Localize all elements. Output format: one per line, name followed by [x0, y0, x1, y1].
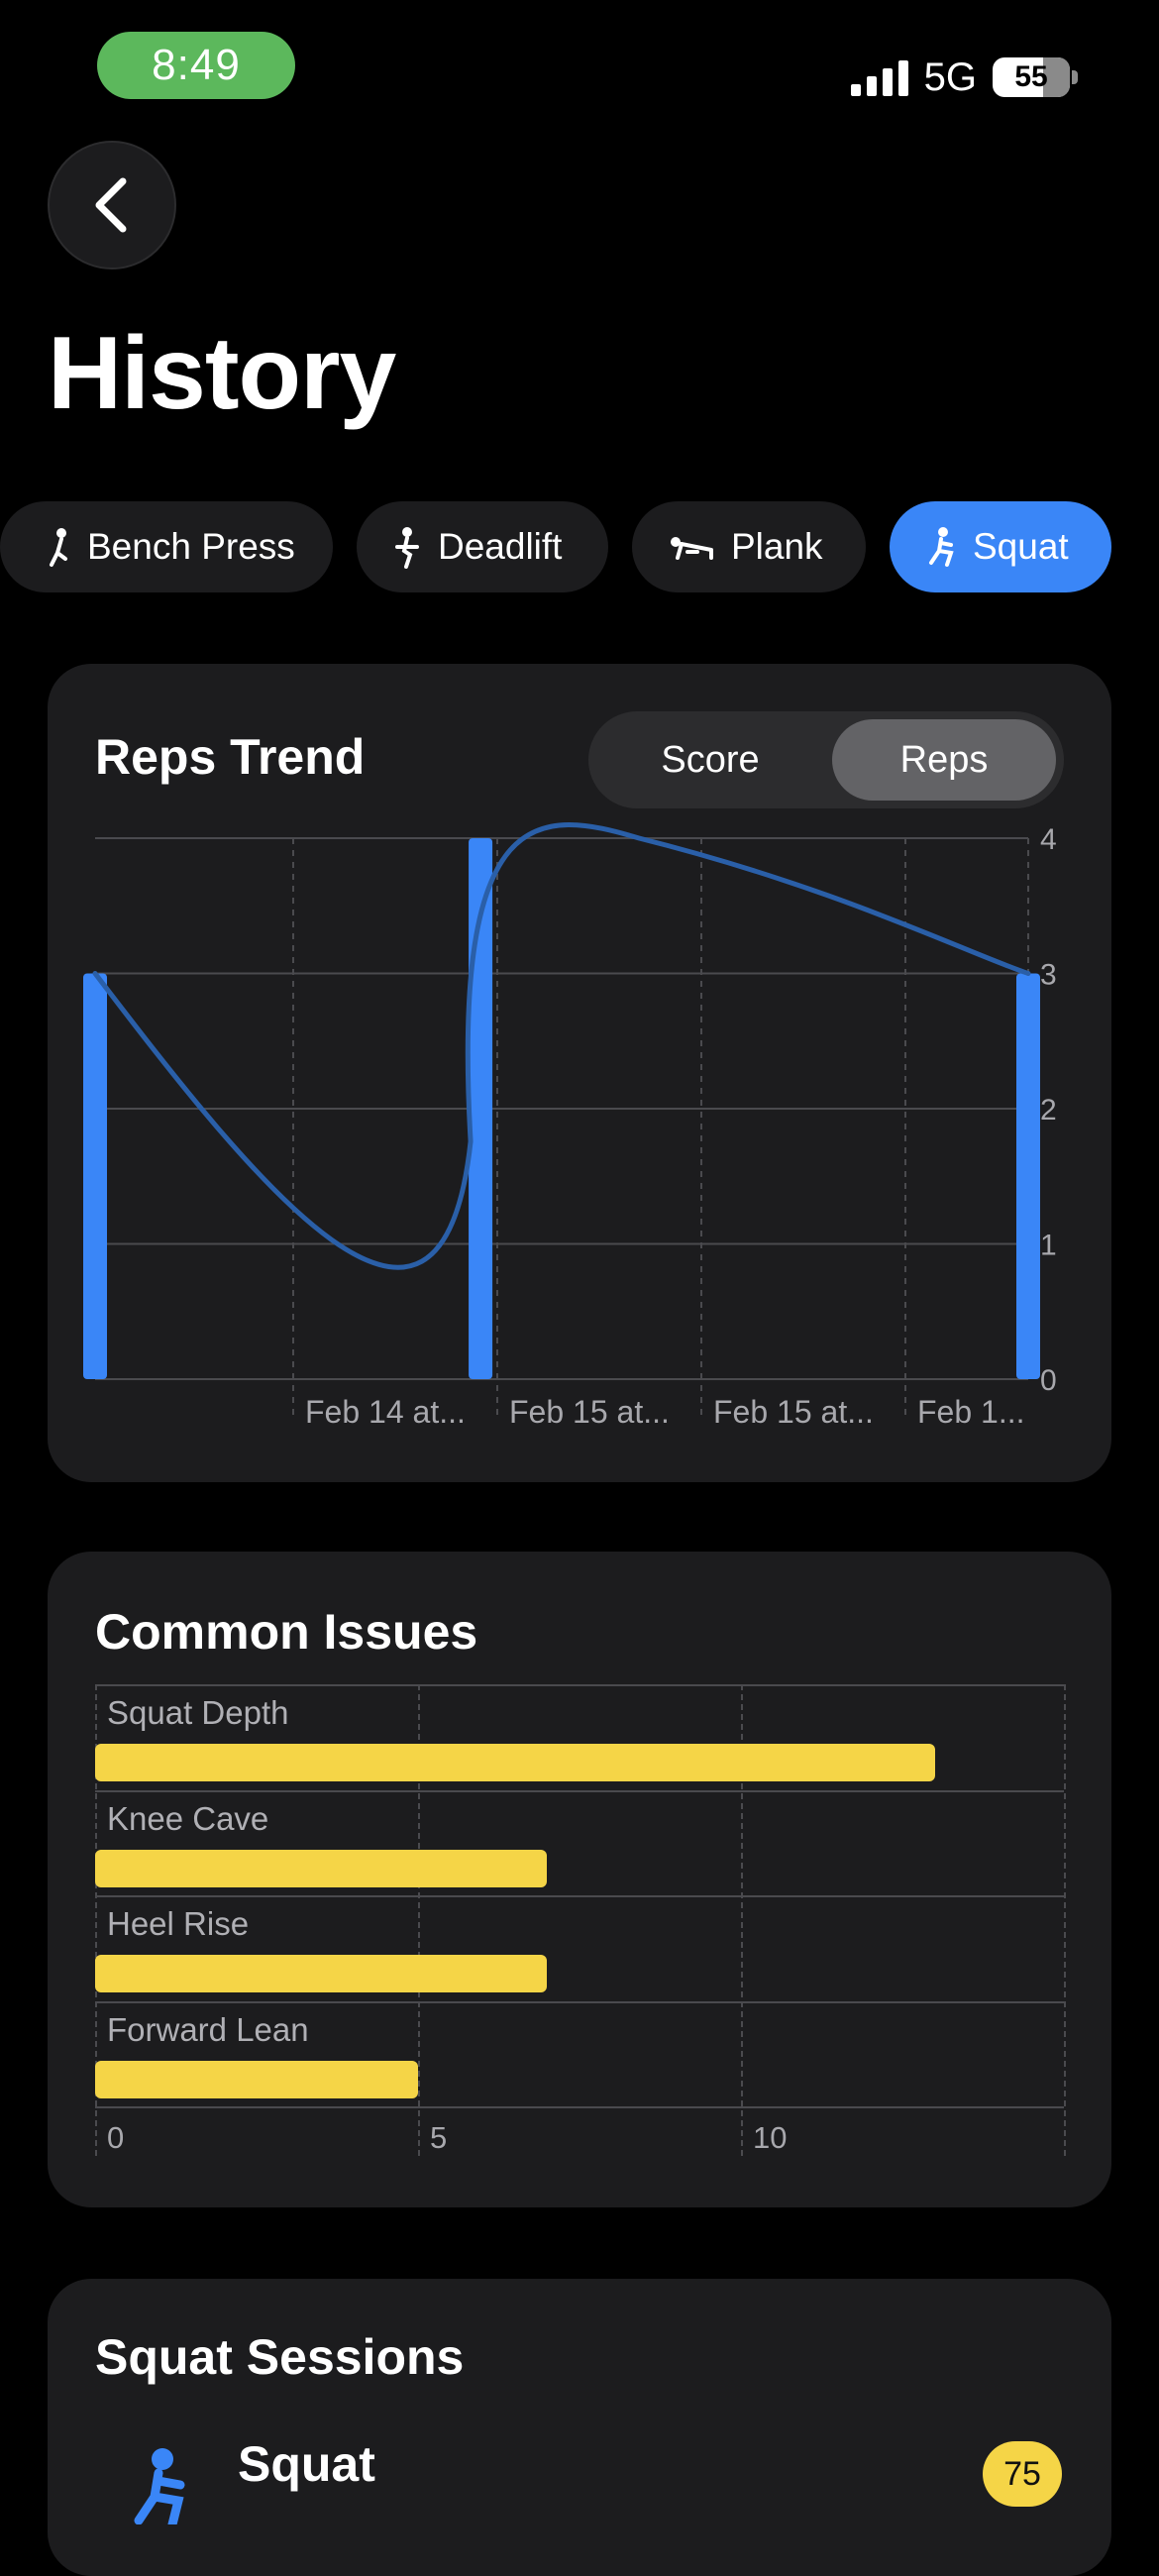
y-tick-label: 2: [1040, 1094, 1057, 1127]
y-tick-label: 4: [1040, 823, 1057, 856]
session-name: Squat: [238, 2436, 375, 2492]
session-score-badge: 75: [983, 2441, 1062, 2507]
reps-trend-chart: 0 1 2 3 4 Feb 14 at... Feb 15 at... Feb 15 at..…: [83, 822, 1057, 1430]
session-row[interactable]: Squat 75: [48, 2417, 1111, 2524]
x-tick-label: Feb 1...: [917, 1394, 1025, 1430]
trend-bar: [1016, 973, 1040, 1379]
trend-line: [92, 822, 1031, 1270]
x-tick-label: Feb 15 at...: [509, 1394, 670, 1430]
squat-sessions-title: Squat Sessions: [95, 2329, 465, 2385]
y-tick-label: 0: [1040, 1364, 1057, 1397]
squat-icon: [134, 2448, 185, 2524]
y-tick-label: 3: [1040, 959, 1057, 992]
x-tick-label: Feb 15 at...: [713, 1394, 874, 1430]
common-issues-title: Common Issues: [95, 1604, 478, 1660]
x-tick-label: Feb 14 at...: [305, 1394, 466, 1430]
y-tick-label: 1: [1040, 1230, 1057, 1262]
trend-bar: [83, 973, 107, 1379]
